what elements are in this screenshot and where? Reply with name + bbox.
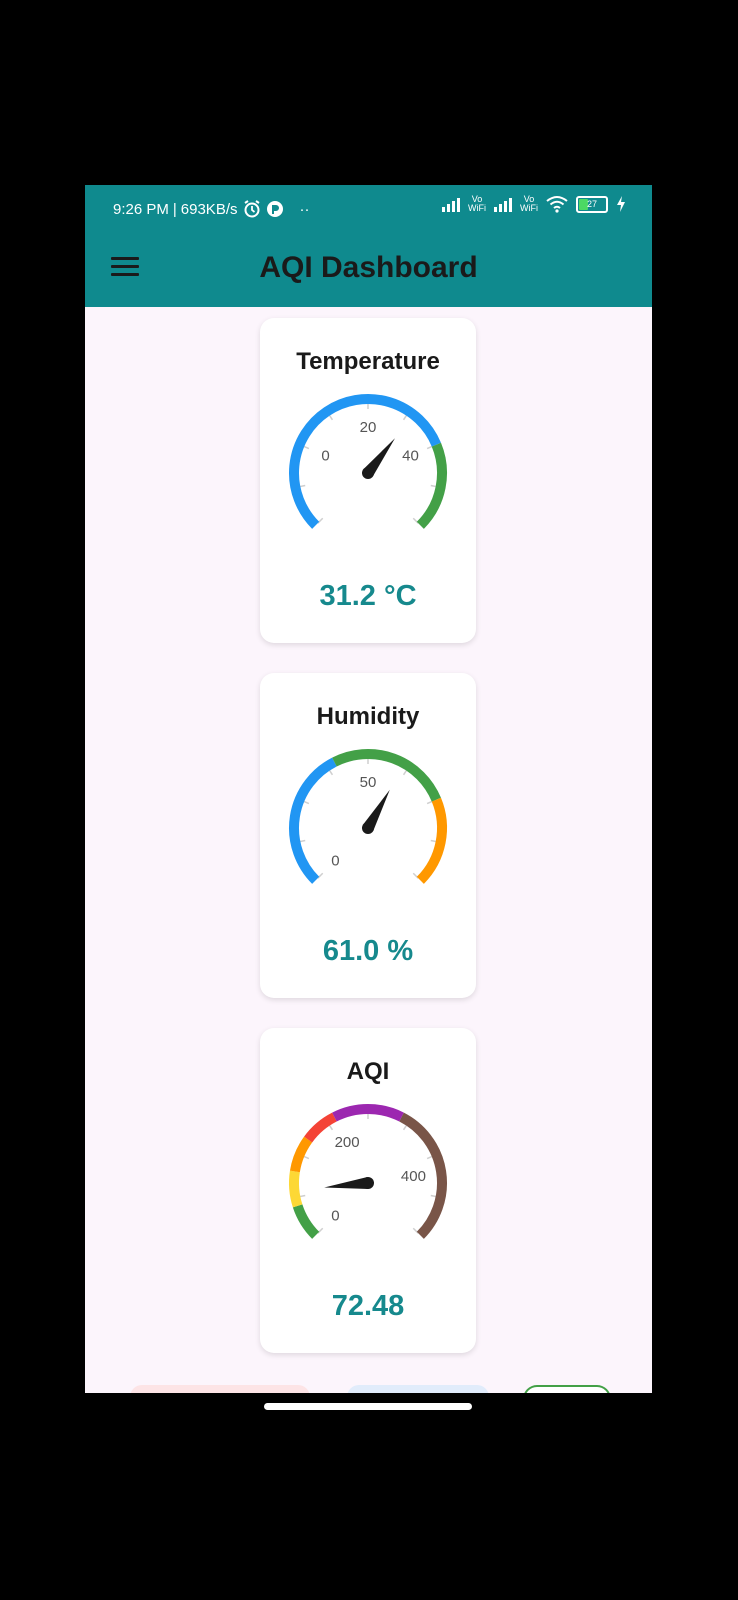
status-right: Vo WiFi Vo WiFi 27	[442, 195, 626, 213]
wifi-icon	[546, 196, 568, 213]
humidity-gauge: 0 50	[289, 749, 447, 884]
gauge-tick	[412, 1227, 419, 1234]
status-left: 9:26 PM | 693KB/s ··	[113, 199, 310, 219]
peek-card-blue[interactable]	[347, 1385, 489, 1393]
humidity-value: 61.0 %	[322, 935, 414, 967]
battery-icon: 27	[576, 195, 608, 213]
app-bar: AQI Dashboard	[85, 233, 652, 307]
aqi-card: AQI 0 200 400 72.48	[260, 1028, 476, 1353]
gauge-tick-label: 40	[402, 447, 419, 464]
vowifi-icon: Vo WiFi	[520, 194, 538, 213]
humidity-card: Humidity 0 50 61.0 %	[260, 673, 476, 998]
gauge-band	[332, 749, 441, 802]
aqi-title: AQI	[346, 1058, 390, 1085]
status-speed: 693KB/s	[180, 200, 238, 218]
signal-icon	[442, 196, 460, 212]
gauge-needle-hub	[362, 1177, 374, 1189]
charging-icon	[617, 196, 625, 212]
gauge-band	[289, 1136, 313, 1173]
aqi-value: 72.48	[331, 1290, 405, 1322]
peek-card-green[interactable]	[523, 1385, 611, 1393]
battery-level: 27	[586, 198, 597, 209]
gauge-tick-label: 400	[401, 1168, 426, 1185]
vowifi-icon: Vo WiFi	[468, 194, 486, 213]
gauge-needle	[324, 1177, 369, 1189]
temperature-title: Temperature	[296, 348, 440, 375]
gauge-tick-label: 0	[331, 1208, 339, 1225]
gauge-band	[289, 757, 337, 884]
gauge-band	[292, 1204, 320, 1239]
aqi-gauge: 0 200 400	[289, 1104, 447, 1239]
gauge-band	[289, 1170, 303, 1208]
gauge-tick-label: 50	[360, 774, 377, 791]
temperature-value: 31.2 °C	[319, 580, 417, 612]
gauge-tick-label: 0	[321, 447, 329, 464]
status-bar: 9:26 PM | 693KB/s ·· Vo WiFi Vo WiFi 27	[85, 185, 652, 233]
status-time: 9:26 PM	[113, 200, 169, 218]
signal-icon	[494, 196, 512, 212]
gauge-tick-label: 20	[360, 419, 377, 436]
gauge-tick-label: 200	[335, 1134, 360, 1151]
status-separator: |	[172, 200, 177, 218]
page-title: AQI Dashboard	[259, 251, 478, 284]
alarm-icon	[243, 200, 260, 218]
temperature-gauge: 0 20 40	[289, 394, 447, 529]
temperature-card: Temperature 0 20 40 31.2 °C	[260, 318, 476, 643]
more-dots-icon: ··	[299, 200, 310, 218]
home-indicator[interactable]	[264, 1403, 472, 1410]
humidity-title: Humidity	[316, 703, 420, 730]
gauge-needle-hub	[362, 822, 374, 834]
peek-card-red[interactable]	[130, 1385, 310, 1393]
gauge-needle-hub	[362, 467, 374, 479]
app-screen: 9:26 PM | 693KB/s ·· Vo WiFi Vo WiFi 27 …	[85, 185, 652, 1393]
app-notification-icon	[266, 201, 283, 217]
gauge-band	[304, 1112, 337, 1143]
gauge-tick-label: 0	[331, 853, 339, 870]
gauge-tick	[317, 1227, 324, 1234]
